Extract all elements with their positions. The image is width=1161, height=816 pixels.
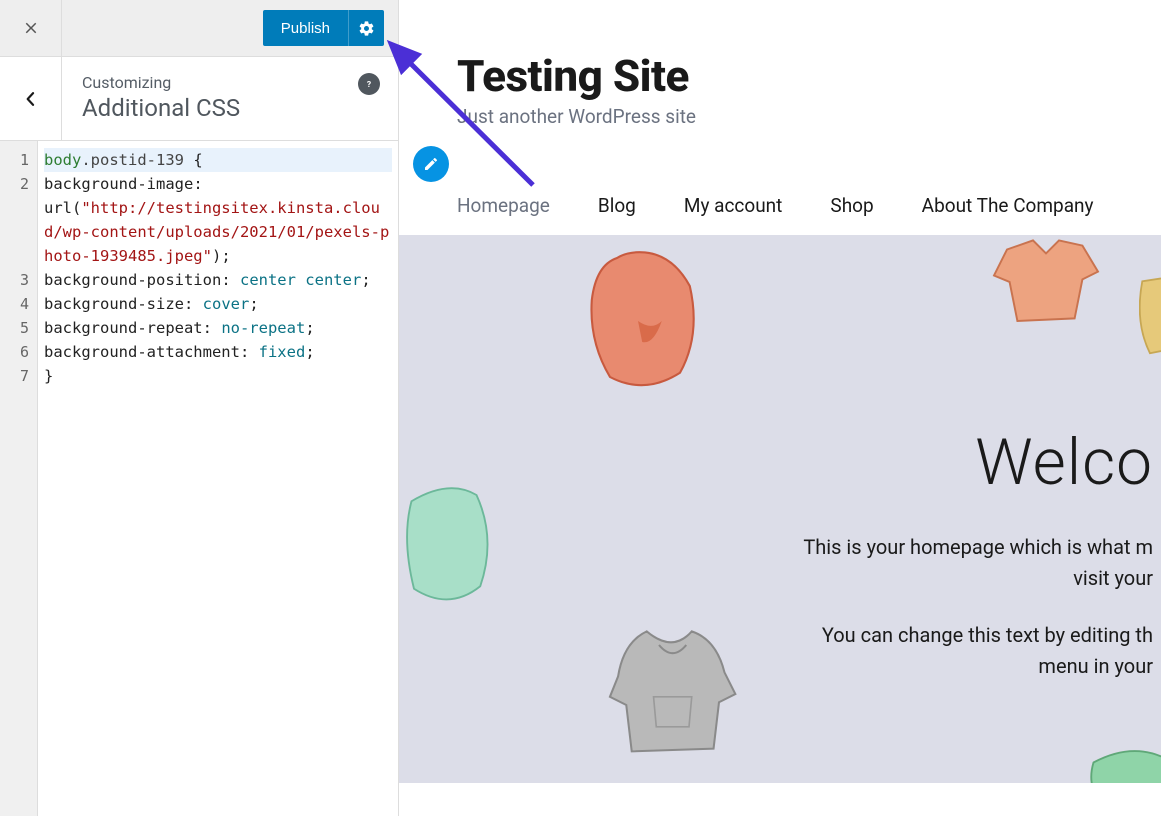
svg-text:?: ? (367, 80, 371, 90)
hero-paragraph: This is your homepage which is what m vi… (803, 532, 1153, 594)
nav-item[interactable]: My account (684, 194, 783, 217)
garment-illustration (599, 615, 749, 765)
hero-section: Welco This is your homepage which is wha… (399, 235, 1161, 783)
edit-shortcut-button[interactable] (413, 146, 449, 182)
close-button[interactable] (0, 0, 62, 56)
section-title: Additional CSS (82, 94, 378, 122)
site-tagline: Just another WordPress site (457, 105, 1161, 128)
pencil-icon (423, 156, 439, 172)
section-header: Customizing Additional CSS ? (0, 57, 398, 141)
hero-title: Welco (803, 425, 1153, 500)
nav-item[interactable]: Homepage (457, 194, 550, 217)
garment-illustration (981, 235, 1111, 337)
section-eyebrow: Customizing (82, 73, 378, 92)
garment-illustration (399, 475, 499, 615)
site-header: Testing Site Just another WordPress site (399, 0, 1161, 128)
gear-icon (358, 20, 375, 37)
chevron-left-icon (21, 89, 41, 109)
nav-item[interactable]: About The Company (922, 194, 1094, 217)
nav-item[interactable]: Blog (598, 194, 636, 217)
line-gutter: 1234567 (0, 141, 38, 816)
close-icon (22, 19, 40, 37)
question-icon: ? (363, 78, 375, 90)
customizer-sidebar: Publish Customizing Additional CSS ? 123… (0, 0, 399, 816)
back-button[interactable] (0, 57, 62, 140)
garment-illustration (1139, 271, 1161, 361)
topbar: Publish (0, 0, 398, 57)
garment-illustration (575, 241, 715, 401)
help-button[interactable]: ? (358, 73, 380, 95)
site-title[interactable]: Testing Site (457, 50, 1161, 102)
code-content[interactable]: body.postid-139 {background-image: url("… (38, 141, 398, 816)
main-nav: Homepage Blog My account Shop About The Comp… (399, 194, 1161, 235)
publish-settings-button[interactable] (348, 10, 384, 46)
css-editor[interactable]: 1234567 body.postid-139 {background-imag… (0, 141, 398, 816)
hero-paragraph: You can change this text by editing th m… (803, 620, 1153, 682)
hero-text: Welco This is your homepage which is wha… (803, 425, 1161, 682)
site-preview: Testing Site Just another WordPress site… (399, 0, 1161, 816)
garment-illustration (1081, 735, 1161, 783)
nav-item[interactable]: Shop (830, 194, 873, 217)
topbar-actions: Publish (62, 0, 398, 56)
publish-button[interactable]: Publish (263, 10, 348, 46)
